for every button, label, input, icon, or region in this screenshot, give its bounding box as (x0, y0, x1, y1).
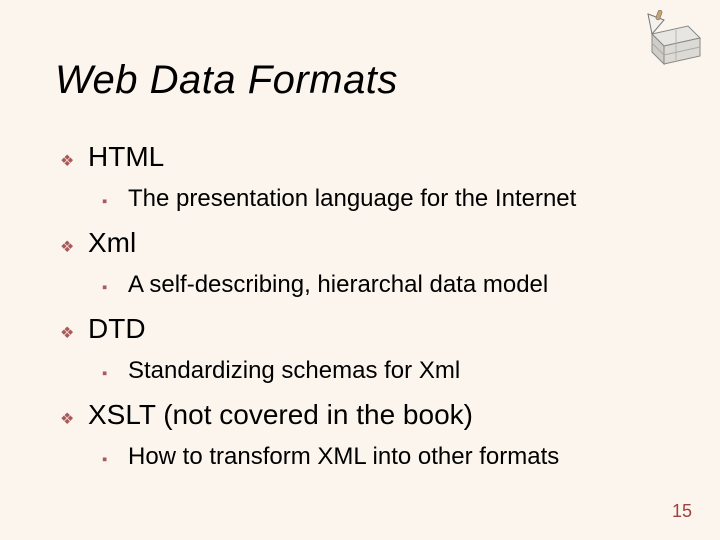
trowel-brick-icon (630, 10, 702, 72)
level1-row: ❖ Xml (60, 226, 660, 262)
level1-row: ❖ XSLT (not covered in the book) (60, 398, 660, 434)
diamond-bullet-icon: ❖ (60, 234, 78, 262)
level1-label: DTD (88, 312, 146, 346)
list-item: ❖ XSLT (not covered in the book) ▪ How t… (60, 398, 660, 472)
content-area: ❖ HTML ▪ The presentation language for t… (60, 140, 660, 484)
diamond-bullet-icon: ❖ (60, 148, 78, 176)
level2-row: ▪ Standardizing schemas for Xml (102, 356, 660, 386)
square-bullet-icon: ▪ (102, 190, 118, 214)
level2-label: Standardizing schemas for Xml (128, 356, 460, 386)
slide-title: Web Data Formats (55, 58, 398, 103)
level2-label: The presentation language for the Intern… (128, 184, 576, 214)
level1-label: HTML (88, 140, 164, 174)
list-item: ❖ Xml ▪ A self-describing, hierarchal da… (60, 226, 660, 300)
square-bullet-icon: ▪ (102, 362, 118, 386)
level2-row: ▪ A self-describing, hierarchal data mod… (102, 270, 660, 300)
page-number: 15 (672, 501, 692, 522)
diamond-bullet-icon: ❖ (60, 406, 78, 434)
list-item: ❖ DTD ▪ Standardizing schemas for Xml (60, 312, 660, 386)
square-bullet-icon: ▪ (102, 276, 118, 300)
slide: Web Data Formats ❖ HTML ▪ The presentati… (0, 0, 720, 540)
level2-label: How to transform XML into other formats (128, 442, 559, 472)
level2-label: A self-describing, hierarchal data model (128, 270, 548, 300)
level1-row: ❖ HTML (60, 140, 660, 176)
level1-label: XSLT (not covered in the book) (88, 398, 473, 432)
diamond-bullet-icon: ❖ (60, 320, 78, 348)
level1-label: Xml (88, 226, 136, 260)
level1-row: ❖ DTD (60, 312, 660, 348)
level2-row: ▪ How to transform XML into other format… (102, 442, 660, 472)
level2-row: ▪ The presentation language for the Inte… (102, 184, 660, 214)
square-bullet-icon: ▪ (102, 448, 118, 472)
list-item: ❖ HTML ▪ The presentation language for t… (60, 140, 660, 214)
